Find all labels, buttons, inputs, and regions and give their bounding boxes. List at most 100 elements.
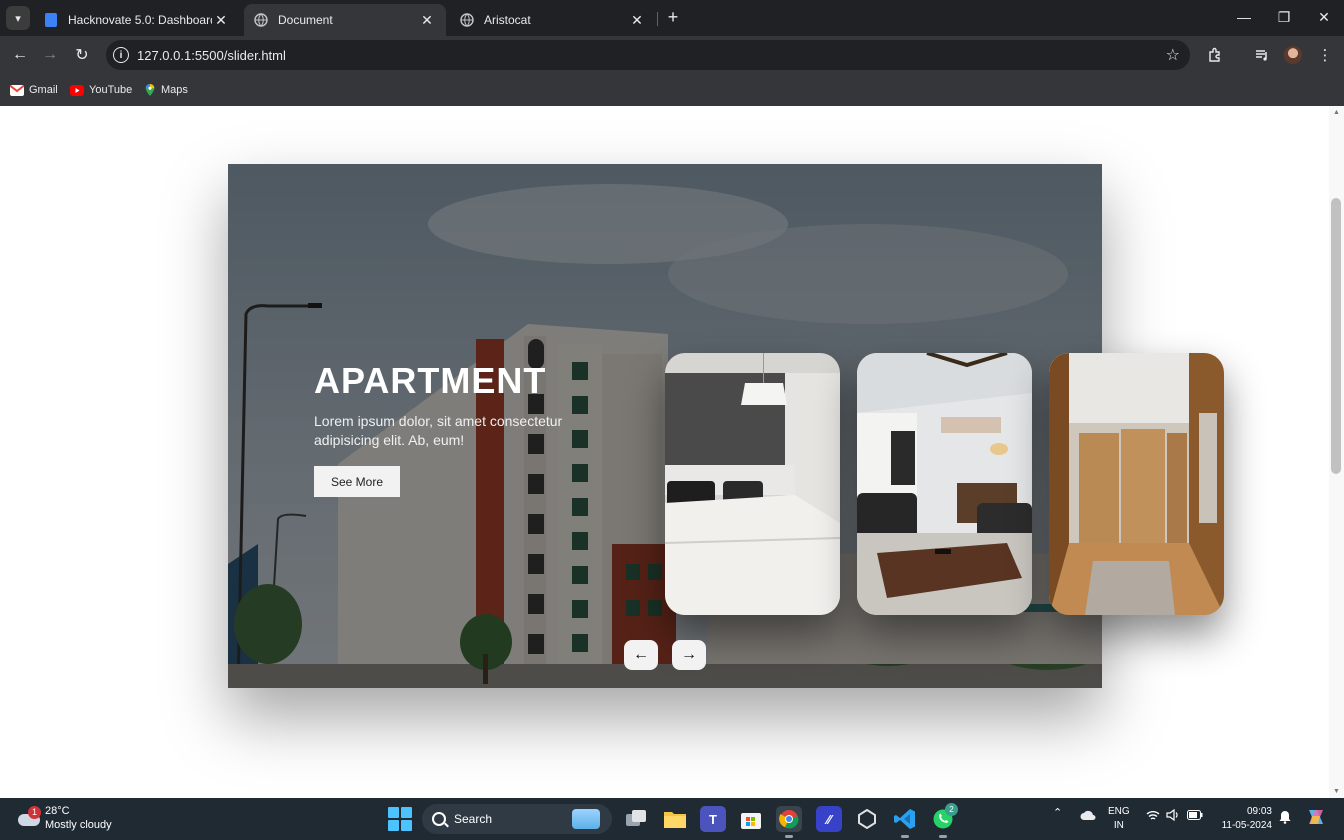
new-tab-button[interactable]: + xyxy=(662,6,684,28)
prev-slide-button[interactable]: ← xyxy=(624,640,658,670)
slide-description: Lorem ipsum dolor, sit amet consectetur … xyxy=(314,413,563,448)
bookmark-gmail[interactable]: Gmail xyxy=(10,82,58,98)
restore-icon: ❐ xyxy=(1277,8,1291,25)
next-slide-button[interactable]: → xyxy=(672,640,706,670)
bookmark-label: Maps xyxy=(161,84,188,96)
gmail-icon xyxy=(10,84,24,96)
wifi-icon[interactable] xyxy=(1146,810,1160,824)
chrome-icon[interactable] xyxy=(776,806,802,838)
url-text[interactable]: 127.0.0.1:5500/slider.html xyxy=(137,48,286,63)
bookmark-youtube[interactable]: YouTube xyxy=(70,82,132,98)
close-tab-icon[interactable]: ✕ xyxy=(212,11,230,29)
thumbnail-hallway[interactable] xyxy=(1049,353,1224,615)
copilot-icon[interactable] xyxy=(1305,806,1327,831)
store-icon[interactable] xyxy=(738,806,764,832)
globe-icon xyxy=(254,13,268,27)
tab-search-button[interactable]: ▾ xyxy=(6,6,30,30)
back-button[interactable]: ← xyxy=(8,43,32,67)
file-explorer-icon[interactable] xyxy=(662,806,688,832)
clock-date: 11-05-2024 xyxy=(1221,820,1272,831)
forward-button[interactable]: → xyxy=(38,43,62,67)
weather-temp: 28°C xyxy=(45,805,70,817)
slide-title: APARTMENT xyxy=(314,360,547,401)
code-editor-icon[interactable]: ⁄⁄ xyxy=(816,806,842,832)
close-icon: ✕ xyxy=(1318,8,1330,25)
windows-taskbar: 1 28°C Mostly cloudy Search T ⁄⁄ 2 ⌃ ENG xyxy=(0,798,1344,840)
scroll-up-icon[interactable]: ▲ xyxy=(1332,109,1341,116)
bookmark-maps[interactable]: Maps xyxy=(144,82,188,98)
task-view-icon[interactable] xyxy=(624,806,650,832)
minimize-icon: — xyxy=(1237,9,1251,25)
slider-arrows: ← → xyxy=(624,640,706,670)
globe-icon xyxy=(460,13,474,27)
system-clock[interactable]: 09:03 11-05-2024 xyxy=(1212,805,1272,833)
tab-strip: ▾ Hacknovate 5.0: Dashboard | De ✕ Docum… xyxy=(0,0,1344,36)
language-indicator[interactable]: ENG IN xyxy=(1108,805,1130,833)
site-info-icon[interactable]: i xyxy=(113,47,129,63)
lang-line2: IN xyxy=(1113,820,1124,831)
thumbnail-living-room[interactable] xyxy=(857,353,1032,615)
restore-button[interactable]: ❐ xyxy=(1264,4,1304,30)
tab-title: Document xyxy=(278,13,333,27)
lang-line1: ENG xyxy=(1108,806,1130,817)
taskbar-search[interactable]: Search xyxy=(422,804,612,834)
see-more-button[interactable]: See More xyxy=(314,466,400,497)
clock-time: 09:03 xyxy=(1246,806,1272,817)
bookmark-label: YouTube xyxy=(89,84,133,96)
minimize-button[interactable]: — xyxy=(1224,4,1264,30)
start-button[interactable] xyxy=(388,807,412,831)
search-highlight-icon xyxy=(572,809,600,829)
tab-document[interactable]: Document ✕ xyxy=(244,4,446,36)
battery-icon[interactable] xyxy=(1187,810,1203,823)
tab-separator xyxy=(657,12,658,26)
maps-icon xyxy=(145,84,155,96)
image-slider: APARTMENT Lorem ipsum dolor, sit amet co… xyxy=(228,164,1224,688)
teams-icon[interactable]: T xyxy=(700,806,726,832)
search-icon xyxy=(432,812,446,826)
close-tab-icon[interactable]: ✕ xyxy=(418,11,436,29)
bookmarks-bar: Gmail YouTube Maps xyxy=(0,74,1344,106)
extensions-icon[interactable] xyxy=(1205,45,1225,65)
arrow-left-icon: ← xyxy=(633,646,649,663)
volume-icon[interactable] xyxy=(1166,808,1180,824)
more-menu-icon[interactable]: ⋮ xyxy=(1315,45,1335,65)
slide-content: APARTMENT Lorem ipsum dolor, sit amet co… xyxy=(314,360,604,497)
page-viewport: APARTMENT Lorem ipsum dolor, sit amet co… xyxy=(0,106,1344,798)
reload-icon: ↻ xyxy=(75,47,89,64)
tab-title: Aristocat xyxy=(484,13,531,27)
arrow-right-icon: → xyxy=(42,46,58,63)
browser-toolbar: ← → ↻ i 127.0.0.1:5500/slider.html ☆ ⋮ xyxy=(0,36,1344,74)
chevron-up-icon[interactable]: ⌃ xyxy=(1053,806,1062,819)
cloud-icon: 1 xyxy=(16,806,41,828)
unity-icon[interactable] xyxy=(854,806,880,832)
doc-icon xyxy=(45,13,57,27)
reload-button[interactable]: ↻ xyxy=(70,43,94,67)
tab-title: Hacknovate 5.0: Dashboard | De xyxy=(68,13,212,27)
tab-hacknovate[interactable]: Hacknovate 5.0: Dashboard | De ✕ xyxy=(34,4,240,36)
profile-avatar[interactable] xyxy=(1284,46,1302,64)
close-window-button[interactable]: ✕ xyxy=(1304,4,1344,30)
onedrive-icon[interactable] xyxy=(1080,810,1096,823)
chevron-down-icon: ▾ xyxy=(15,12,21,25)
search-label: Search xyxy=(454,812,493,826)
vertical-scrollbar[interactable]: ▲ ▼ xyxy=(1329,106,1344,798)
media-control-icon[interactable] xyxy=(1252,45,1272,65)
weather-badge: 1 xyxy=(28,806,41,819)
notifications-icon[interactable] xyxy=(1279,810,1291,827)
arrow-left-icon: ← xyxy=(12,46,28,63)
weather-widget[interactable]: 1 28°C Mostly cloudy xyxy=(16,804,112,832)
thumbnail-bedroom[interactable] xyxy=(665,353,840,615)
arrow-right-icon: → xyxy=(681,646,697,663)
bookmark-label: Gmail xyxy=(29,84,58,96)
youtube-icon xyxy=(70,84,84,96)
weather-desc: Mostly cloudy xyxy=(45,819,112,831)
bookmark-star-icon[interactable]: ☆ xyxy=(1166,45,1180,65)
scrollbar-thumb[interactable] xyxy=(1331,198,1341,474)
plus-icon: + xyxy=(667,7,679,27)
scroll-down-icon[interactable]: ▼ xyxy=(1332,788,1341,795)
tab-aristocat[interactable]: Aristocat ✕ xyxy=(450,4,656,36)
address-bar[interactable]: i 127.0.0.1:5500/slider.html ☆ xyxy=(106,40,1190,70)
close-tab-icon[interactable]: ✕ xyxy=(628,11,646,29)
vscode-icon[interactable] xyxy=(892,806,918,838)
whatsapp-badge: 2 xyxy=(945,803,958,816)
